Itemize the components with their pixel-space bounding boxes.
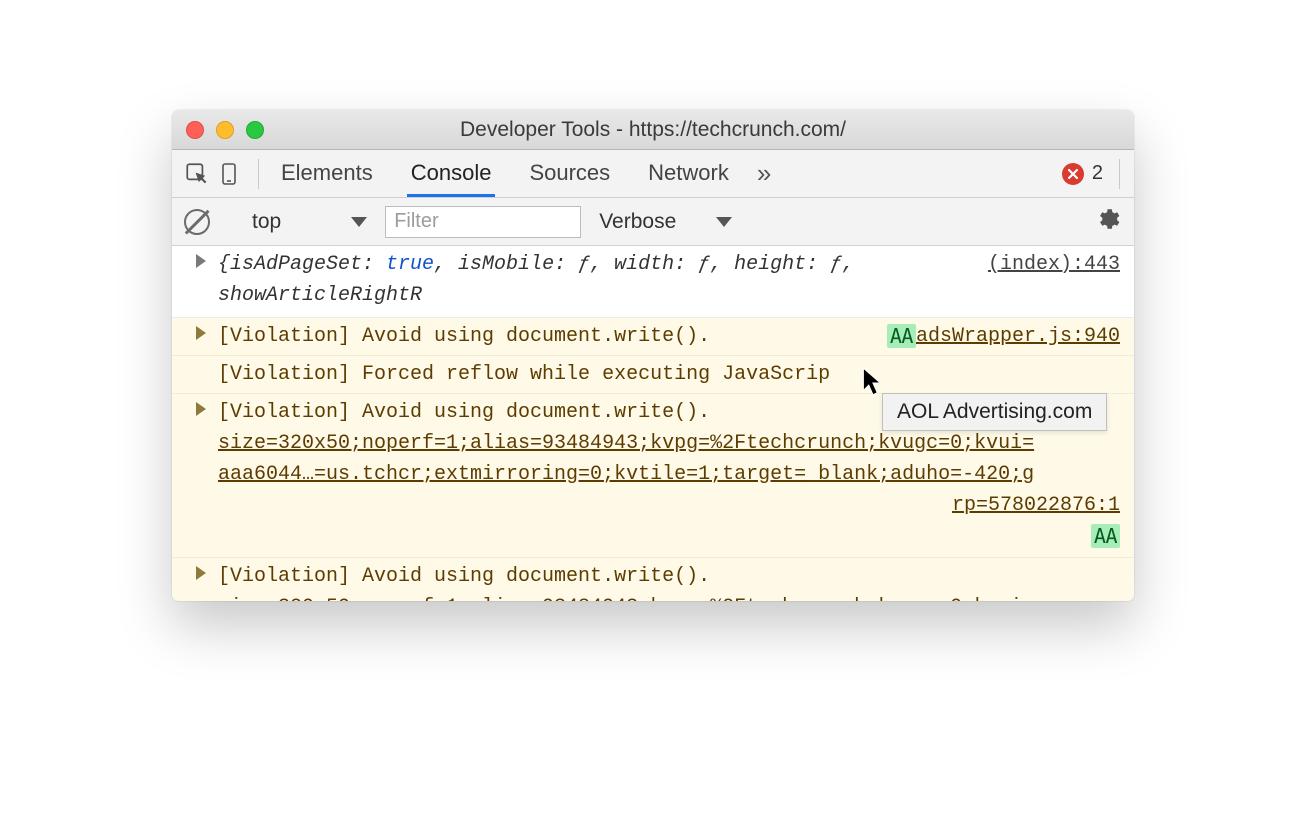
request-url-line1[interactable]: size=320x50;noperf=1;alias=93484943;kvpg… xyxy=(196,428,1120,459)
console-row-violation[interactable]: [Violation] Forced reflow while executin… xyxy=(172,356,1134,394)
tab-console[interactable]: Console xyxy=(407,151,496,197)
violation-message: [Violation] Avoid using document.write()… xyxy=(196,561,1120,592)
tooltip: AOL Advertising.com xyxy=(882,393,1107,431)
panel-tabs: Elements Console Sources Network xyxy=(277,151,733,197)
object-preview[interactable]: {isAdPageSet: true, isMobile: ƒ, width: … xyxy=(196,249,1120,311)
disclosure-triangle-icon[interactable] xyxy=(196,566,206,580)
chevron-down-icon xyxy=(716,217,732,227)
window-minimize-button[interactable] xyxy=(216,121,234,139)
console-row-violation[interactable]: [Violation] Avoid using document.write()… xyxy=(172,558,1134,601)
titlebar: Developer Tools - https://techcrunch.com… xyxy=(172,110,1134,150)
console-toolbar: top Verbose xyxy=(172,198,1134,246)
tab-sources[interactable]: Sources xyxy=(525,151,614,197)
clear-console-icon[interactable] xyxy=(184,209,210,235)
window-close-button[interactable] xyxy=(186,121,204,139)
error-count[interactable]: 2 xyxy=(1092,162,1103,185)
log-level-label: Verbose xyxy=(599,210,676,234)
log-level-selector[interactable]: Verbose xyxy=(599,210,732,234)
context-selector[interactable]: top xyxy=(244,207,375,237)
tab-network[interactable]: Network xyxy=(644,151,733,197)
window-maximize-button[interactable] xyxy=(246,121,264,139)
violation-message: [Violation] Forced reflow while executin… xyxy=(218,363,830,386)
console-row[interactable]: (index):443 {isAdPageSet: true, isMobile… xyxy=(172,246,1134,318)
traffic-lights xyxy=(186,121,264,139)
source-link[interactable]: (index):443 xyxy=(988,249,1120,280)
error-icon[interactable] xyxy=(1062,163,1084,185)
disclosure-triangle-icon[interactable] xyxy=(196,402,206,416)
console-row-violation[interactable]: AA adsWrapper.js:940 [Violation] Avoid u… xyxy=(172,318,1134,356)
settings-icon[interactable] xyxy=(1094,206,1120,237)
thirdparty-badge[interactable]: AA xyxy=(1091,524,1120,548)
panel-tabs-bar: Elements Console Sources Network » 2 xyxy=(172,150,1134,198)
window-title: Developer Tools - https://techcrunch.com… xyxy=(172,118,1134,142)
filter-input[interactable] xyxy=(385,206,581,238)
thirdparty-badge[interactable]: AA xyxy=(887,324,916,348)
tab-elements[interactable]: Elements xyxy=(277,151,377,197)
request-url-tail[interactable]: rp=578022876:1 xyxy=(196,490,1120,521)
separator xyxy=(1119,159,1120,189)
status-area: 2 xyxy=(1062,162,1103,185)
more-tabs-button[interactable]: » xyxy=(757,158,771,189)
disclosure-triangle-icon[interactable] xyxy=(196,254,206,268)
device-toolbar-icon[interactable] xyxy=(214,157,248,191)
disclosure-triangle-icon[interactable] xyxy=(196,326,206,340)
devtools-window: Developer Tools - https://techcrunch.com… xyxy=(172,110,1134,601)
request-url-line2[interactable]: aaa6044…=us.tchcr;extmirroring=0;kvtile=… xyxy=(196,459,1120,490)
inspect-element-icon[interactable] xyxy=(180,157,214,191)
chevron-down-icon xyxy=(351,217,367,227)
separator xyxy=(258,159,259,189)
source-link[interactable]: adsWrapper.js:940 xyxy=(916,321,1120,352)
context-label: top xyxy=(252,210,281,234)
request-url-line1[interactable]: size=320x50;noperf=1;alias=93484943;kvpg… xyxy=(196,592,1120,601)
